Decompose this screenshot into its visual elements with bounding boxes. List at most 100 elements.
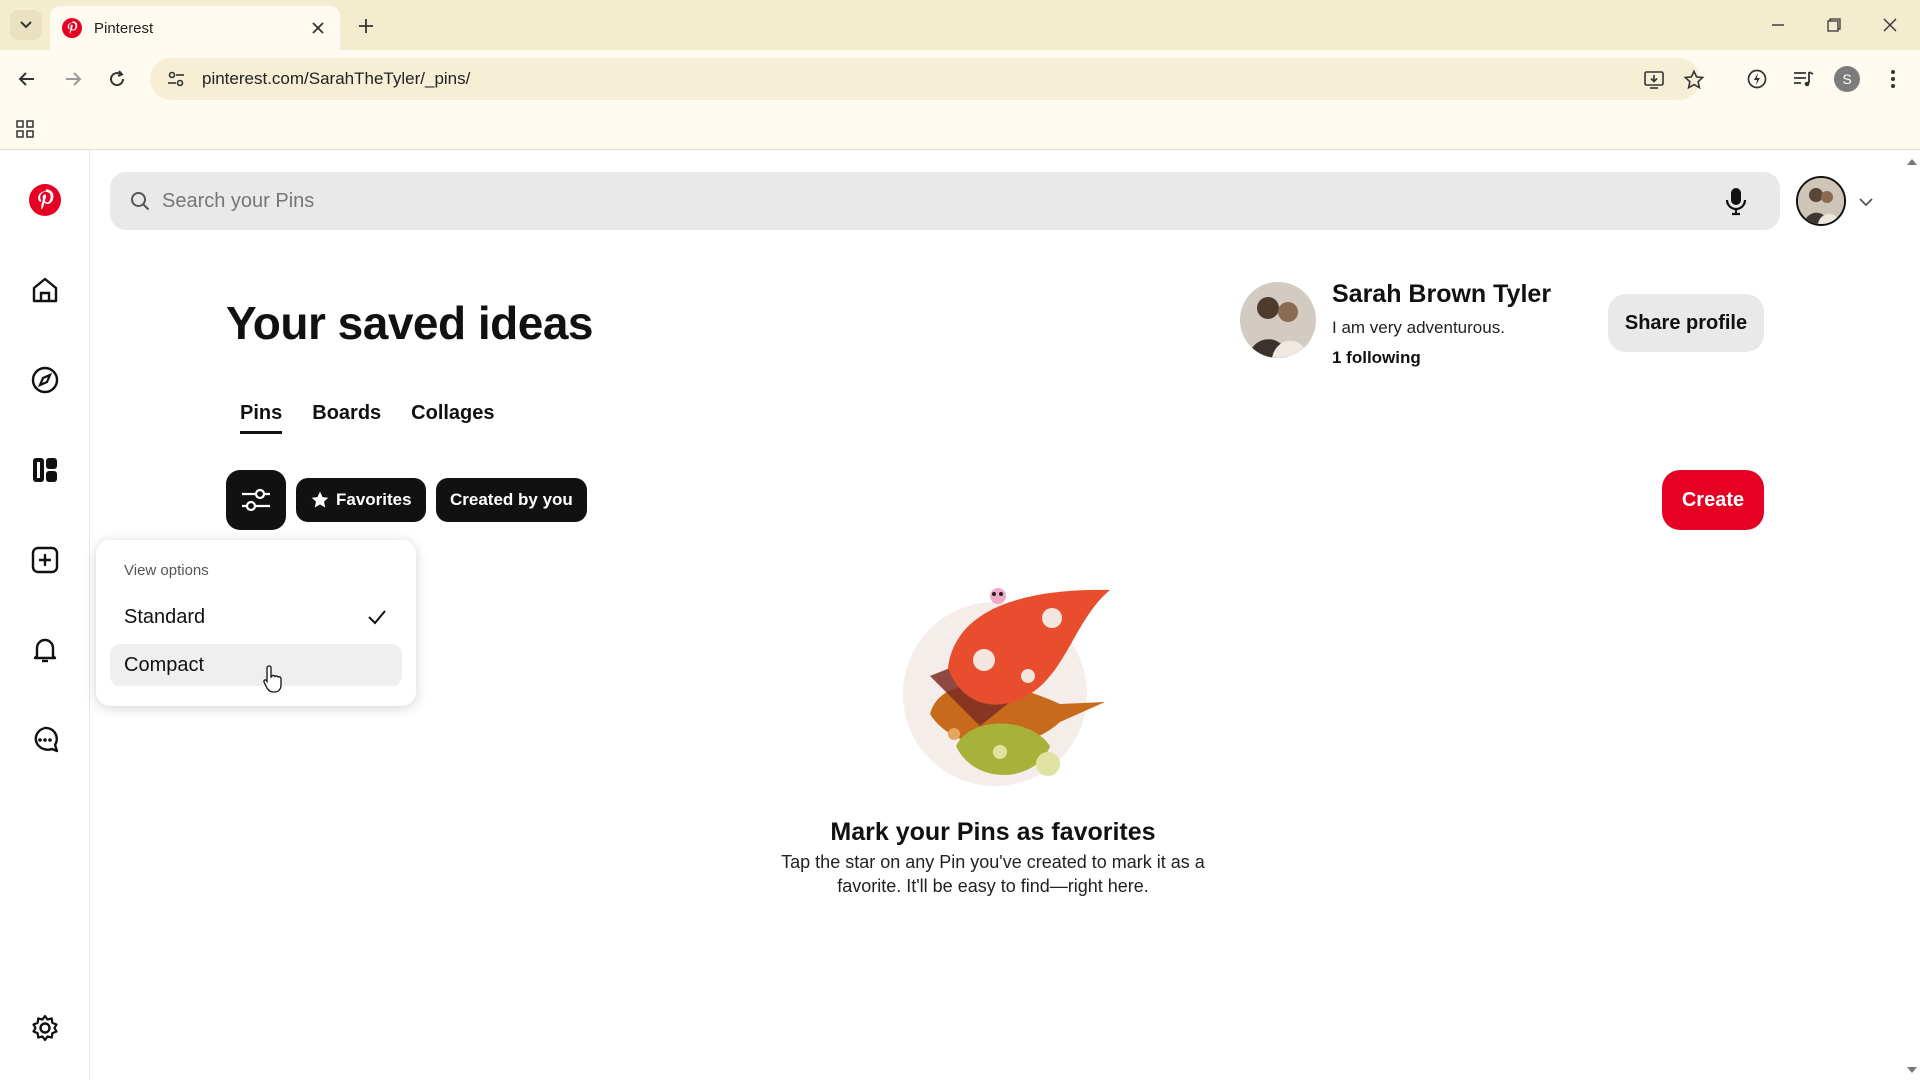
view-options-heading: View options	[124, 562, 209, 579]
reload-icon	[110, 70, 125, 87]
tab-boards[interactable]: Boards	[312, 402, 381, 434]
created-by-you-label: Created by you	[450, 490, 573, 509]
microphone-icon	[1725, 188, 1747, 216]
plus-icon	[359, 19, 373, 33]
browser-profile-button[interactable]: S	[1830, 62, 1864, 96]
new-tab-button[interactable]	[352, 12, 380, 40]
install-icon	[1644, 71, 1664, 89]
address-bar[interactable]: pinterest.com/SarahTheTyler/_pins/	[150, 58, 1705, 100]
minimize-icon	[1772, 24, 1784, 26]
window-minimize-button[interactable]	[1758, 8, 1798, 42]
favorites-filter-chip[interactable]: Favorites	[296, 478, 426, 522]
profile-following-link[interactable]: 1 following	[1332, 348, 1421, 368]
search-input[interactable]	[162, 189, 1716, 213]
chevron-down-icon	[20, 21, 32, 29]
tune-icon	[168, 71, 184, 87]
sidebar-item-home[interactable]	[25, 270, 65, 310]
checkmark-icon	[368, 610, 386, 625]
close-icon	[312, 22, 324, 34]
create-icon	[31, 546, 59, 574]
page-title: Your saved ideas	[226, 297, 594, 349]
browser-tab-active[interactable]: Pinterest	[50, 6, 340, 50]
media-controls-button[interactable]	[1786, 62, 1820, 96]
apps-button[interactable]	[12, 116, 38, 142]
empty-state-title: Mark your Pins as favorites	[830, 818, 1156, 846]
more-vertical-icon	[1891, 70, 1895, 88]
sidebar-item-notifications[interactable]	[25, 630, 65, 670]
arrow-right-icon	[66, 72, 82, 86]
restore-icon	[1827, 18, 1841, 32]
pinterest-logo-icon	[29, 184, 61, 216]
performance-icon	[1747, 69, 1767, 89]
tab-search-button[interactable]	[10, 10, 42, 40]
avatar	[1798, 178, 1844, 224]
arrow-left-icon	[18, 72, 34, 86]
page-scrollbar[interactable]	[1904, 150, 1920, 1080]
pinterest-favicon-icon	[62, 18, 82, 38]
star-icon	[311, 491, 329, 508]
favorites-illustration	[903, 588, 1110, 786]
view-option-compact-label: Compact	[124, 653, 205, 676]
explore-icon	[31, 366, 59, 394]
bookmarks-bar	[0, 108, 1920, 150]
browser-tabbar: Pinterest	[0, 0, 1920, 50]
account-avatar-button[interactable]	[1796, 176, 1846, 226]
apps-grid-icon	[16, 120, 34, 138]
view-option-standard-label: Standard	[124, 605, 206, 628]
pinterest-page: Your saved ideas Sarah Brown Tyler I am …	[0, 150, 1920, 1080]
settings-icon	[32, 1014, 58, 1042]
sidebar-item-settings[interactable]	[25, 1008, 65, 1048]
hand-cursor-icon	[263, 665, 282, 693]
scroll-down-icon	[1907, 1067, 1917, 1073]
star-outline-icon	[1683, 69, 1705, 90]
sliders-icon	[242, 488, 270, 512]
account-menu-button[interactable]	[1854, 190, 1878, 214]
home-icon	[32, 277, 58, 303]
tab-close-button[interactable]	[308, 18, 328, 38]
site-info-button[interactable]	[164, 67, 188, 91]
tab-title: Pinterest	[94, 19, 154, 37]
browser-menu-button[interactable]	[1876, 62, 1910, 96]
close-icon	[1883, 18, 1897, 32]
install-app-button[interactable]	[1640, 66, 1668, 94]
scroll-up-icon	[1907, 159, 1917, 165]
profile-tabs: Pins Boards Collages	[240, 402, 495, 434]
profile-photo-icon	[1240, 282, 1316, 358]
create-button[interactable]: Create	[1662, 470, 1764, 530]
profile-bio: I am very adventurous.	[1332, 318, 1505, 337]
share-profile-button[interactable]: Share profile	[1608, 294, 1764, 352]
sidebar-item-create[interactable]	[25, 540, 65, 580]
search-icon	[131, 192, 150, 211]
forward-button[interactable]	[56, 62, 90, 96]
tab-pins[interactable]: Pins	[240, 402, 283, 434]
view-option-standard[interactable]: Standard	[110, 596, 402, 638]
profile-initial-avatar: S	[1834, 66, 1860, 92]
tab-collages[interactable]: Collages	[411, 402, 494, 434]
view-option-compact[interactable]: Compact	[110, 644, 402, 686]
sidebar-item-logo[interactable]	[25, 180, 65, 220]
profile-avatar[interactable]	[1240, 282, 1316, 358]
chevron-down-icon	[1859, 198, 1873, 207]
voice-search-button[interactable]	[1716, 181, 1756, 221]
sidebar-item-messages[interactable]	[25, 720, 65, 760]
view-options-dropdown: View options Standard Compact	[96, 540, 416, 706]
reload-button[interactable]	[100, 62, 134, 96]
browser-toolbar: pinterest.com/SarahTheTyler/_pins/ S	[0, 50, 1920, 108]
messages-icon	[34, 726, 59, 753]
favorites-label: Favorites	[336, 490, 412, 509]
profile-name: Sarah Brown Tyler	[1332, 280, 1552, 308]
window-restore-button[interactable]	[1814, 8, 1854, 42]
empty-state-description: Tap the star on any Pin you've created t…	[781, 852, 1205, 896]
sidebar-item-explore[interactable]	[25, 360, 65, 400]
extension-button[interactable]	[1740, 62, 1774, 96]
search-bar[interactable]	[110, 172, 1780, 230]
back-button[interactable]	[10, 62, 44, 96]
view-options-button[interactable]	[226, 470, 286, 530]
dashboard-icon	[33, 458, 57, 482]
created-by-you-filter-chip[interactable]: Created by you	[436, 478, 587, 522]
window-close-button[interactable]	[1870, 8, 1910, 42]
url-text[interactable]: pinterest.com/SarahTheTyler/_pins/	[202, 69, 470, 89]
sidebar-nav	[0, 150, 90, 1080]
sidebar-item-dashboard[interactable]	[25, 450, 65, 490]
bookmark-star-button[interactable]	[1680, 66, 1708, 94]
